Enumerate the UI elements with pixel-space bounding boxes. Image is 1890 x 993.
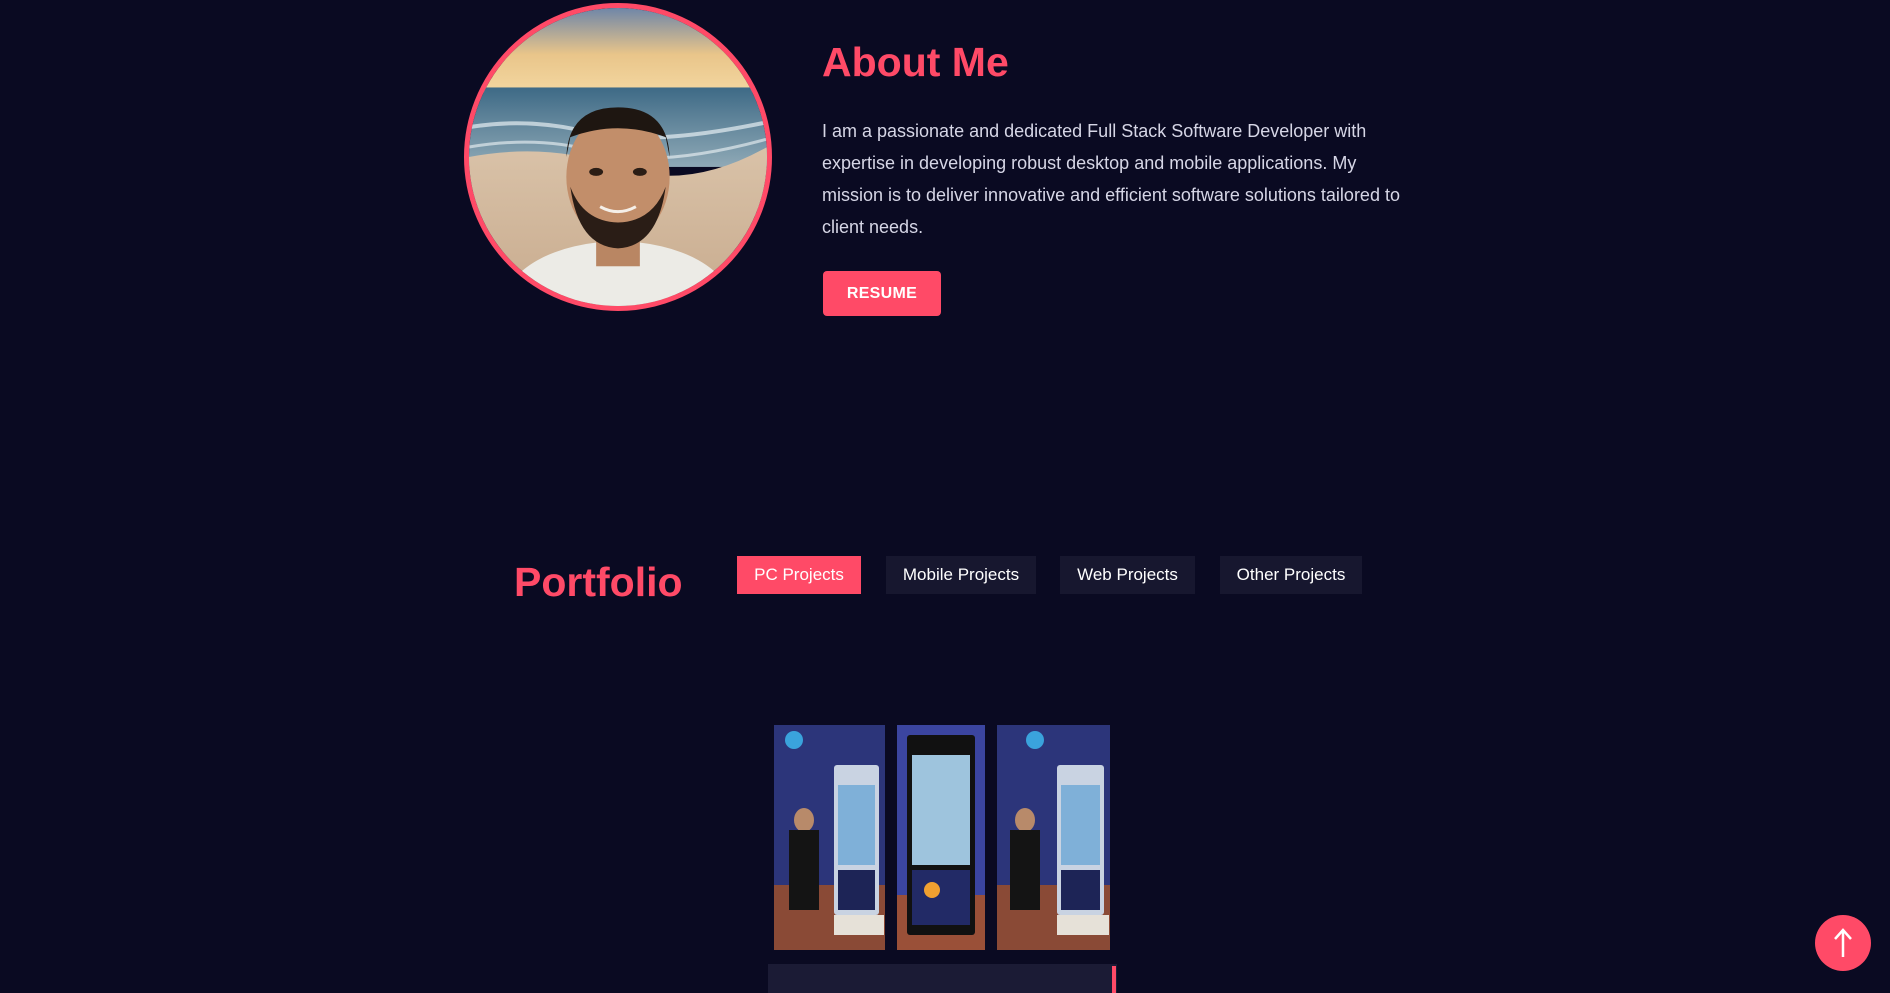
project-image[interactable]: [997, 725, 1110, 950]
project-photo: [774, 725, 885, 950]
tab-mobile-projects[interactable]: Mobile Projects: [886, 556, 1036, 594]
about-description: I am a passionate and dedicated Full Sta…: [822, 121, 1400, 237]
tab-pc-projects[interactable]: PC Projects: [737, 556, 861, 594]
scroll-to-top-button[interactable]: [1815, 915, 1871, 971]
profile-photo: [464, 3, 772, 311]
about-title: About Me: [822, 39, 1009, 85]
tab-other-projects[interactable]: Other Projects: [1220, 556, 1362, 594]
project-image[interactable]: [897, 725, 985, 950]
page: About Me I am a passionate and dedicated…: [0, 0, 1890, 993]
profile-photo-image: [469, 8, 767, 306]
resume-button[interactable]: RESUME: [823, 271, 941, 316]
project-photo: [997, 725, 1110, 950]
portfolio-title: Portfolio: [514, 559, 683, 605]
project-card-accent: [1112, 966, 1116, 993]
tab-web-projects[interactable]: Web Projects: [1060, 556, 1195, 594]
project-image[interactable]: [774, 725, 885, 950]
project-photo: [897, 725, 985, 950]
project-card: [768, 964, 1117, 993]
arrow-up-icon: [1834, 928, 1852, 957]
